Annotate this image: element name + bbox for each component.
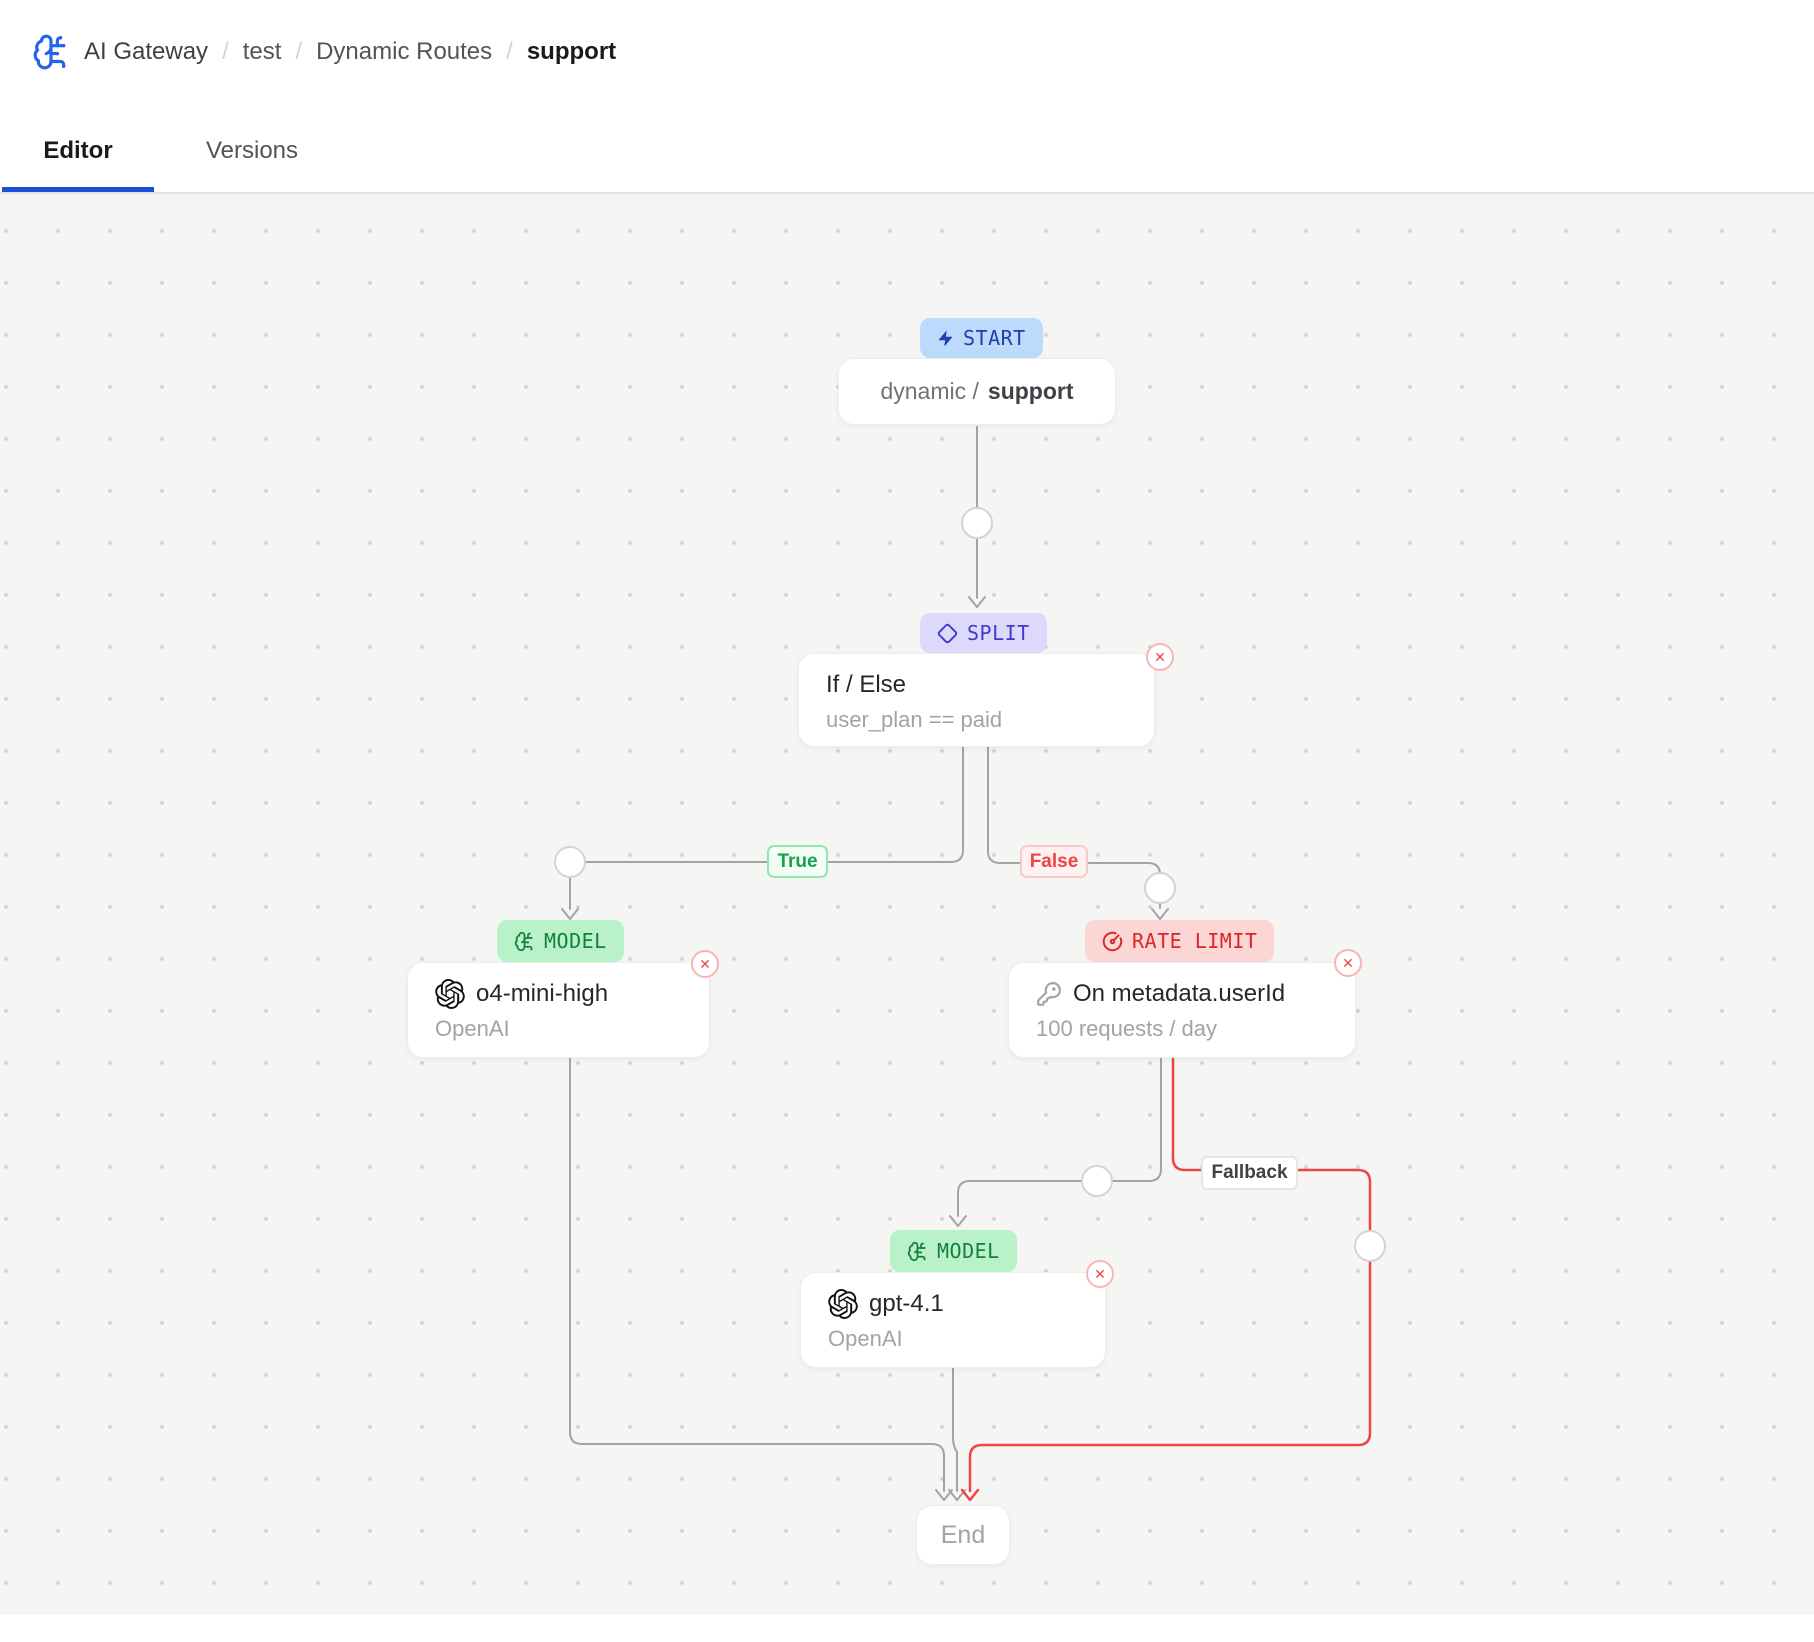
edge-handle[interactable] xyxy=(1082,1166,1112,1196)
diamond-icon xyxy=(937,623,958,644)
breadcrumb: AI Gateway / test / Dynamic Routes / sup… xyxy=(32,30,616,74)
tab-editor-label: Editor xyxy=(43,137,112,165)
delete-node-button[interactable]: ✕ xyxy=(691,950,719,978)
start-badge-label: START xyxy=(963,326,1026,350)
tab-editor[interactable]: Editor xyxy=(0,110,156,192)
close-icon: ✕ xyxy=(1154,650,1166,664)
edge-handle[interactable] xyxy=(1145,873,1175,903)
split-condition: user_plan == paid xyxy=(826,706,1154,735)
close-icon: ✕ xyxy=(699,957,711,971)
edge-handle[interactable] xyxy=(962,508,992,538)
model-provider: OpenAI xyxy=(828,1325,1105,1354)
node-end[interactable]: End xyxy=(916,1505,1010,1565)
tab-versions-label: Versions xyxy=(206,137,298,165)
delete-node-button[interactable]: ✕ xyxy=(1334,949,1362,977)
gauge-icon xyxy=(1102,931,1123,952)
tab-versions[interactable]: Versions xyxy=(189,110,315,192)
brain-circuit-icon xyxy=(514,931,535,952)
rate-limit-card[interactable]: On metadata.userId 100 requests / day xyxy=(1008,962,1356,1058)
model-name: gpt-4.1 xyxy=(869,1288,944,1319)
delete-node-button[interactable]: ✕ xyxy=(1146,643,1174,671)
breadcrumb-item-test[interactable]: test xyxy=(243,38,282,66)
close-icon: ✕ xyxy=(1342,956,1354,970)
key-icon xyxy=(1036,981,1062,1007)
start-badge: START xyxy=(920,318,1043,358)
breadcrumb-app[interactable]: AI Gateway xyxy=(84,38,208,66)
breadcrumb-separator: / xyxy=(506,38,513,66)
rate-limit-value: 100 requests / day xyxy=(1036,1015,1355,1044)
rate-limit-badge: RATE LIMIT xyxy=(1085,920,1274,962)
model-badge: MODEL xyxy=(890,1230,1017,1272)
end-label: End xyxy=(941,1521,985,1550)
bottom-strip xyxy=(0,1615,1814,1642)
openai-logo-icon xyxy=(435,979,465,1009)
model-badge: MODEL xyxy=(497,920,624,962)
route-prefix: dynamic / xyxy=(880,378,978,405)
rate-limit-title: On metadata.userId xyxy=(1073,978,1285,1009)
breadcrumb-separator: / xyxy=(222,38,229,66)
brain-circuit-icon xyxy=(32,33,70,71)
split-badge: SPLIT xyxy=(920,613,1047,653)
edge-label-fallback: Fallback xyxy=(1201,1156,1298,1190)
breadcrumb-current: support xyxy=(527,38,616,66)
model-provider: OpenAI xyxy=(435,1015,709,1044)
rate-limit-badge-label: RATE LIMIT xyxy=(1132,929,1257,953)
header: AI Gateway / test / Dynamic Routes / sup… xyxy=(0,0,1814,198)
tab-bar: Editor Versions xyxy=(0,110,315,196)
openai-logo-icon xyxy=(828,1289,858,1319)
edge-label-true: True xyxy=(767,845,828,878)
delete-node-button[interactable]: ✕ xyxy=(1086,1260,1114,1288)
edge-handle[interactable] xyxy=(1355,1231,1385,1261)
model-badge-label: MODEL xyxy=(937,1239,1000,1263)
edge-label-false: False xyxy=(1020,845,1088,878)
edge-handle[interactable] xyxy=(555,847,585,877)
route-name: support xyxy=(988,378,1074,405)
model-name: o4-mini-high xyxy=(476,978,608,1009)
split-title: If / Else xyxy=(826,669,1154,700)
brain-circuit-icon xyxy=(907,1241,928,1262)
close-icon: ✕ xyxy=(1094,1267,1106,1281)
split-card[interactable]: If / Else user_plan == paid xyxy=(798,653,1155,747)
model-true-card[interactable]: o4-mini-high OpenAI xyxy=(407,962,710,1058)
model-fallback-card[interactable]: gpt-4.1 OpenAI xyxy=(800,1272,1106,1368)
zap-icon xyxy=(937,330,954,347)
breadcrumb-item-dynamic-routes[interactable]: Dynamic Routes xyxy=(316,38,492,66)
model-badge-label: MODEL xyxy=(544,929,607,953)
split-badge-label: SPLIT xyxy=(967,621,1030,645)
breadcrumb-separator: / xyxy=(295,38,302,66)
start-card[interactable]: dynamic / support xyxy=(838,358,1116,425)
